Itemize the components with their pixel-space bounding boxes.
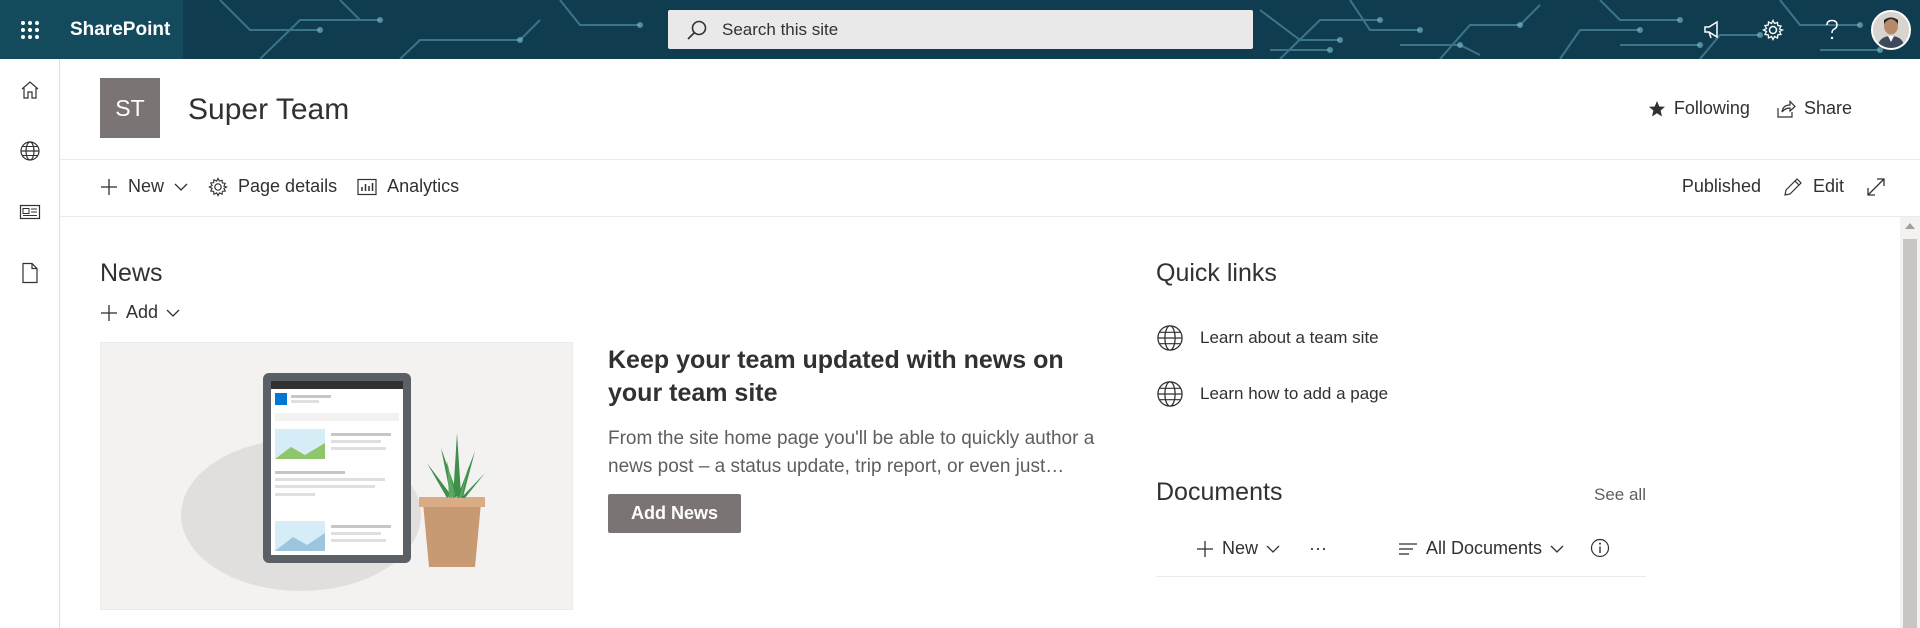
analytics-label: Analytics [387, 176, 460, 196]
page-details-label: Page details [238, 176, 338, 196]
documents-new-label: New [1222, 538, 1259, 558]
suite-bar: SharePoint Search this site [0, 0, 1920, 59]
page-details-button[interactable]: Page details [208, 176, 337, 197]
chevron-down-icon [1266, 545, 1280, 553]
search-box[interactable]: Search this site [668, 10, 1253, 49]
site-title[interactable]: Super Team [188, 93, 349, 127]
more-icon: ··· [1309, 538, 1327, 558]
documents-title: Documents [1156, 478, 1283, 506]
search-input[interactable]: Search this site [722, 20, 838, 40]
megaphone-icon [1703, 20, 1718, 38]
site-header: ST Super Team Following Share [60, 59, 1920, 160]
app-bar-sites[interactable] [0, 120, 60, 181]
quick-link-label: Learn about a team site [1200, 328, 1379, 347]
documents-new-button[interactable]: New [1196, 538, 1280, 559]
share-icon [1777, 99, 1796, 118]
news-icon [19, 204, 41, 219]
news-illustration [100, 342, 573, 610]
plus-icon [101, 178, 117, 195]
document-icon [22, 262, 38, 283]
scrollbar-thumb[interactable] [1903, 239, 1917, 628]
chevron-down-icon [174, 183, 188, 191]
analytics-icon [357, 178, 377, 195]
new-label: New [128, 176, 165, 196]
new-menu-button[interactable]: New [100, 176, 188, 197]
following-label: Following [1673, 98, 1750, 118]
view-list-icon [1399, 542, 1417, 555]
quick-link-item[interactable]: Learn about a team site [1156, 324, 1379, 352]
profile-photo-icon [1873, 11, 1909, 48]
analytics-button[interactable]: Analytics [357, 176, 459, 197]
expand-icon [1867, 177, 1885, 196]
page-scrollbar[interactable] [1900, 217, 1920, 628]
app-bar [0, 59, 60, 628]
help-icon [1825, 19, 1838, 39]
expand-button[interactable] [1866, 177, 1886, 197]
plus-icon [1197, 540, 1213, 557]
star-icon [1648, 100, 1665, 116]
globe-icon [20, 140, 40, 161]
gear-icon [1761, 18, 1784, 41]
notifications-button[interactable] [1684, 0, 1743, 59]
app-launcher-button[interactable] [0, 0, 59, 59]
site-logo[interactable]: ST [100, 78, 160, 138]
share-label: Share [1803, 98, 1852, 118]
share-button[interactable]: Share [1776, 98, 1852, 119]
scroll-up-arrow-icon[interactable] [1905, 223, 1915, 229]
chevron-down-icon [166, 309, 180, 317]
news-add-button[interactable]: Add [100, 302, 180, 323]
news-headline[interactable]: Keep your team updated with news on your… [608, 344, 1118, 410]
app-bar-files[interactable] [0, 242, 60, 303]
search-icon [687, 20, 707, 40]
quick-links-title: Quick links [1156, 259, 1277, 287]
help-button[interactable] [1802, 0, 1861, 59]
documents-view-selector[interactable]: All Documents [1398, 538, 1564, 559]
plus-icon [101, 304, 117, 321]
tablet-plant-illustration [181, 373, 485, 591]
news-add-label: Add [126, 302, 159, 322]
news-section-title: News [100, 259, 163, 287]
gear-icon [208, 176, 229, 197]
avatar[interactable] [1871, 9, 1911, 50]
page-status: Published [1681, 176, 1761, 196]
settings-button[interactable] [1743, 0, 1802, 59]
command-bar: New Page details Analytics Published Edi… [60, 160, 1920, 217]
home-icon [21, 80, 39, 99]
chevron-down-icon [1550, 545, 1564, 553]
documents-more-button[interactable]: ··· [1309, 538, 1327, 559]
quick-link-label: Learn how to add a page [1200, 384, 1389, 403]
app-bar-home[interactable] [0, 59, 60, 120]
quick-link-item[interactable]: Learn how to add a page [1156, 380, 1388, 408]
app-bar-news[interactable] [0, 181, 60, 242]
edit-button[interactable]: Edit [1783, 176, 1844, 197]
news-description: From the site home page you'll be able t… [608, 428, 1095, 477]
globe-icon [1157, 325, 1183, 351]
add-news-button[interactable]: Add News [608, 494, 741, 533]
documents-command-bar: New ··· All Documents [1156, 530, 1646, 577]
documents-view-label: All Documents [1426, 538, 1543, 558]
app-name-link[interactable]: SharePoint [59, 0, 183, 59]
globe-icon [1157, 381, 1183, 407]
edit-label: Edit [1812, 176, 1844, 196]
waffle-icon [20, 20, 39, 39]
pencil-icon [1784, 177, 1802, 196]
following-button[interactable]: Following [1648, 98, 1750, 119]
documents-see-all-link[interactable]: See all [1594, 485, 1646, 505]
info-icon [1590, 538, 1610, 558]
documents-info-button[interactable] [1590, 538, 1610, 558]
